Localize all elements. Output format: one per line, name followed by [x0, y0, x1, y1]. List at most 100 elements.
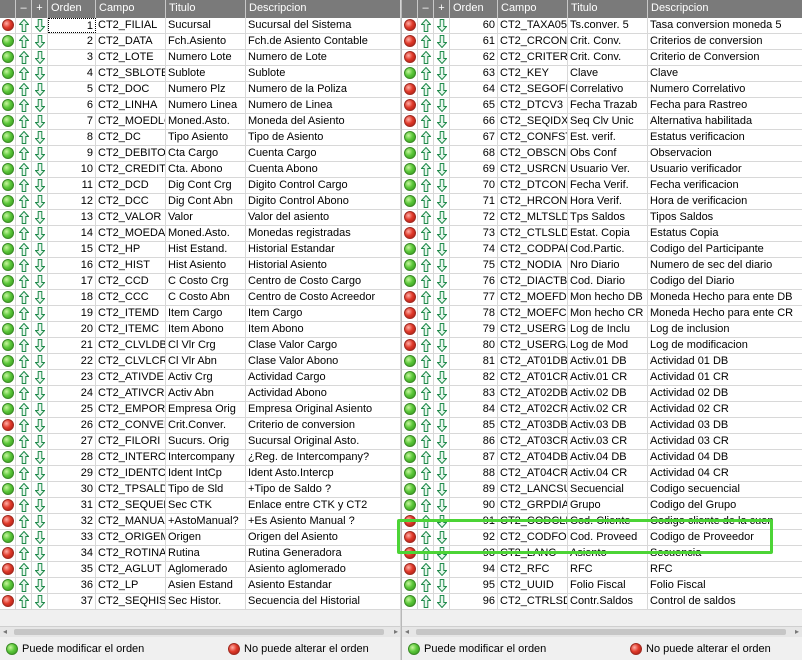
- arrow-down-icon[interactable]: [437, 563, 447, 576]
- orden-cell[interactable]: 20: [48, 322, 96, 337]
- orden-cell[interactable]: 15: [48, 242, 96, 257]
- table-row[interactable]: 79 CT2_USERGI Log de Inclu Log de inclusion: [402, 322, 802, 338]
- arrow-up-icon[interactable]: [421, 531, 431, 544]
- arrow-up-icon[interactable]: [421, 115, 431, 128]
- table-row[interactable]: 87 CT2_AT04DB Activ.04 DB Actividad 04 DB: [402, 450, 802, 466]
- arrow-down-icon[interactable]: [35, 195, 45, 208]
- table-row[interactable]: 96 CT2_CTRLSD Contr.Saldos Control de saldo…: [402, 594, 802, 610]
- arrow-down-icon[interactable]: [437, 355, 447, 368]
- arrow-up-icon[interactable]: [421, 371, 431, 384]
- arrow-down-icon[interactable]: [437, 387, 447, 400]
- arrow-down-icon[interactable]: [35, 83, 45, 96]
- arrow-up-icon[interactable]: [19, 259, 29, 272]
- arrow-down-icon[interactable]: [35, 163, 45, 176]
- arrow-down-icon[interactable]: [437, 259, 447, 272]
- orden-cell[interactable]: 4: [48, 66, 96, 81]
- table-row[interactable]: 12 CT2_DCC Dig Cont Abn Digito Control Abon…: [0, 194, 401, 210]
- arrow-up-icon[interactable]: [19, 531, 29, 544]
- campo-column-header[interactable]: Campo: [498, 0, 568, 18]
- move-up-column-header[interactable]: –: [418, 0, 434, 18]
- arrow-up-icon[interactable]: [421, 403, 431, 416]
- arrow-down-icon[interactable]: [437, 483, 447, 496]
- table-row[interactable]: 89 CT2_LANCSU Secuencial Codigo secuencial: [402, 482, 802, 498]
- arrow-up-icon[interactable]: [421, 131, 431, 144]
- orden-cell[interactable]: 9: [48, 146, 96, 161]
- table-row[interactable]: 2 CT2_DATA Fch.Asiento Fch.de Asiento Conta…: [0, 34, 401, 50]
- arrow-down-icon[interactable]: [35, 499, 45, 512]
- arrow-up-icon[interactable]: [19, 195, 29, 208]
- arrow-up-icon[interactable]: [421, 483, 431, 496]
- table-row[interactable]: 37 CT2_SEQHIS Sec Histor. Secuencia del His…: [0, 594, 401, 610]
- orden-cell[interactable]: 87: [450, 450, 498, 465]
- campo-column-header[interactable]: Campo: [96, 0, 166, 18]
- scroll-right-icon[interactable]: ▸: [792, 627, 802, 637]
- arrow-up-icon[interactable]: [421, 291, 431, 304]
- table-row[interactable]: 73 CT2_CTLSLD Estat. Copia Estatus Copia: [402, 226, 802, 242]
- arrow-down-icon[interactable]: [437, 179, 447, 192]
- orden-cell[interactable]: 61: [450, 34, 498, 49]
- table-row[interactable]: 18 CT2_CCC C Costo Abn Centro de Costo Acre…: [0, 290, 401, 306]
- orden-cell[interactable]: 35: [48, 562, 96, 577]
- move-up-column-header[interactable]: –: [16, 0, 32, 18]
- arrow-up-icon[interactable]: [421, 99, 431, 112]
- orden-cell[interactable]: 78: [450, 306, 498, 321]
- arrow-down-icon[interactable]: [35, 531, 45, 544]
- orden-cell[interactable]: 96: [450, 594, 498, 609]
- arrow-up-icon[interactable]: [19, 163, 29, 176]
- table-row[interactable]: 11 CT2_DCD Dig Cont Crg Digito Control Carg…: [0, 178, 401, 194]
- arrow-down-icon[interactable]: [35, 99, 45, 112]
- arrow-up-icon[interactable]: [19, 483, 29, 496]
- table-row[interactable]: 14 CT2_MOEDAS Moned.Asto. Monedas registrad…: [0, 226, 401, 242]
- table-row[interactable]: 6 CT2_LINHA Numero Linea Numero de Linea: [0, 98, 401, 114]
- arrow-up-icon[interactable]: [19, 595, 29, 608]
- arrow-down-icon[interactable]: [437, 403, 447, 416]
- arrow-down-icon[interactable]: [437, 307, 447, 320]
- orden-cell[interactable]: 66: [450, 114, 498, 129]
- orden-cell[interactable]: 65: [450, 98, 498, 113]
- arrow-up-icon[interactable]: [421, 515, 431, 528]
- table-row[interactable]: 63 CT2_KEY Clave Clave: [402, 66, 802, 82]
- table-row[interactable]: 60 CT2_TAXA05 Ts.conver. 5 Tasa conversion …: [402, 18, 802, 34]
- orden-column-header[interactable]: Orden: [48, 0, 96, 18]
- orden-cell[interactable]: 86: [450, 434, 498, 449]
- orden-cell[interactable]: 10: [48, 162, 96, 177]
- arrow-up-icon[interactable]: [19, 51, 29, 64]
- arrow-down-icon[interactable]: [35, 243, 45, 256]
- table-row[interactable]: 75 CT2_NODIA Nro Diario Numero de sec del d…: [402, 258, 802, 274]
- arrow-up-icon[interactable]: [421, 179, 431, 192]
- orden-cell[interactable]: 32: [48, 514, 96, 529]
- orden-cell[interactable]: 90: [450, 498, 498, 513]
- table-row[interactable]: 22 CT2_CLVLCR Cl Vlr Abn Clase Valor Abono: [0, 354, 401, 370]
- table-row[interactable]: 23 CT2_ATIVDE Activ Crg Actividad Cargo: [0, 370, 401, 386]
- arrow-up-icon[interactable]: [19, 339, 29, 352]
- table-row[interactable]: 19 CT2_ITEMD Item Cargo Item Cargo: [0, 306, 401, 322]
- table-row[interactable]: 85 CT2_AT03DB Activ.03 DB Actividad 03 DB: [402, 418, 802, 434]
- table-row[interactable]: 66 CT2_SEQIDX Seq Clv Unic Alternativa habi…: [402, 114, 802, 130]
- arrow-down-icon[interactable]: [35, 403, 45, 416]
- table-row[interactable]: 95 CT2_UUID Folio Fiscal Folio Fiscal: [402, 578, 802, 594]
- arrow-up-icon[interactable]: [421, 419, 431, 432]
- orden-cell[interactable]: 82: [450, 370, 498, 385]
- table-row[interactable]: 64 CT2_SEGOFI Correlativo Numero Correlativ…: [402, 82, 802, 98]
- arrow-down-icon[interactable]: [437, 19, 447, 32]
- table-row[interactable]: 1 CT2_FILIAL Sucursal Sucursal del Sistema: [0, 18, 401, 34]
- orden-cell[interactable]: 1: [48, 18, 96, 33]
- arrow-down-icon[interactable]: [35, 67, 45, 80]
- arrow-up-icon[interactable]: [19, 131, 29, 144]
- arrow-down-icon[interactable]: [437, 99, 447, 112]
- arrow-up-icon[interactable]: [421, 595, 431, 608]
- arrow-down-icon[interactable]: [35, 595, 45, 608]
- orden-cell[interactable]: 60: [450, 18, 498, 33]
- orden-cell[interactable]: 13: [48, 210, 96, 225]
- arrow-up-icon[interactable]: [421, 163, 431, 176]
- arrow-down-icon[interactable]: [437, 35, 447, 48]
- arrow-up-icon[interactable]: [19, 563, 29, 576]
- orden-cell[interactable]: 73: [450, 226, 498, 241]
- table-row[interactable]: 9 CT2_DEBITO Cta Cargo Cuenta Cargo: [0, 146, 401, 162]
- table-row[interactable]: 72 CT2_MLTSLD Tps Saldos Tipos Saldos: [402, 210, 802, 226]
- arrow-up-icon[interactable]: [421, 83, 431, 96]
- arrow-down-icon[interactable]: [35, 483, 45, 496]
- arrow-down-icon[interactable]: [437, 67, 447, 80]
- table-row[interactable]: 34 CT2_ROTINA Rutina Rutina Generadora: [0, 546, 401, 562]
- arrow-down-icon[interactable]: [35, 419, 45, 432]
